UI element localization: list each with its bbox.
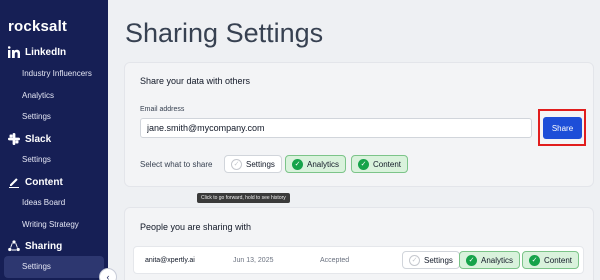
check-icon: ✓ (466, 254, 477, 266)
share-card-title: Share your data with others (140, 76, 251, 86)
row-option-content[interactable]: ✓ Content (522, 251, 580, 269)
sidebar-item-slack-settings[interactable]: Settings (22, 155, 51, 164)
sidebar-section-label: Sharing (25, 240, 63, 252)
select-share-label: Select what to share (140, 160, 213, 169)
email-field-label: Email address (140, 106, 185, 113)
email-field[interactable] (140, 118, 532, 138)
linkedin-icon (8, 46, 20, 58)
row-option-settings[interactable]: ✓ Settings (402, 251, 460, 269)
sidebar-item-linkedin-settings[interactable]: Settings (22, 112, 51, 121)
sidebar-section-slack[interactable]: Slack (8, 133, 51, 145)
chevron-left-icon[interactable]: ‹ (99, 268, 117, 280)
share-icon (8, 240, 20, 252)
unchecked-icon: ✓ (231, 158, 242, 170)
row-status: Accepted (320, 257, 350, 264)
sidebar-section-label: Slack (25, 133, 52, 145)
sidebar-section-label: LinkedIn (25, 46, 67, 58)
share-option-content[interactable]: ✓ Content (351, 155, 409, 173)
slack-icon (8, 133, 20, 145)
sidebar: rocksalt LinkedIn Industry Influencers A… (0, 0, 108, 280)
option-label: Settings (424, 255, 453, 265)
row-date: Jun 13, 2025 (233, 257, 274, 264)
page-title: Sharing Settings (125, 18, 324, 48)
sidebar-item-industry-influencers[interactable]: Industry Influencers (22, 69, 92, 78)
sidebar-section-sharing[interactable]: Sharing (8, 240, 62, 252)
sidebar-section-linkedin[interactable]: LinkedIn (8, 46, 66, 58)
check-icon: ✓ (529, 254, 540, 266)
option-label: Settings (246, 159, 275, 169)
sidebar-item-sharing-settings[interactable]: Settings (22, 262, 51, 271)
option-label: Content (544, 255, 573, 265)
option-label: Analytics (481, 255, 514, 265)
brand-logo[interactable]: rocksalt (8, 18, 67, 35)
sidebar-item-analytics[interactable]: Analytics (22, 91, 54, 100)
sidebar-active-highlight (4, 256, 104, 278)
sidebar-section-content[interactable]: Content (8, 176, 63, 188)
share-button[interactable]: Share (543, 117, 582, 139)
option-label: Content (373, 159, 402, 169)
sidebar-item-writing-strategy[interactable]: Writing Strategy (22, 220, 79, 229)
share-option-settings[interactable]: ✓ Settings (224, 155, 282, 173)
check-icon: ✓ (292, 158, 303, 170)
check-icon: ✓ (358, 158, 369, 170)
unchecked-icon: ✓ (409, 254, 420, 266)
option-label: Analytics (307, 159, 340, 169)
tooltip: Click to go forward, hold to see history (197, 193, 290, 203)
row-option-analytics[interactable]: ✓ Analytics (459, 251, 521, 269)
people-card-title: People you are sharing with (140, 222, 252, 232)
share-option-analytics[interactable]: ✓ Analytics (285, 155, 347, 173)
pen-icon (8, 176, 20, 188)
sidebar-section-label: Content (25, 176, 63, 188)
sidebar-item-ideas-board[interactable]: Ideas Board (22, 198, 65, 207)
row-email: anita@xpertly.ai (145, 257, 195, 264)
